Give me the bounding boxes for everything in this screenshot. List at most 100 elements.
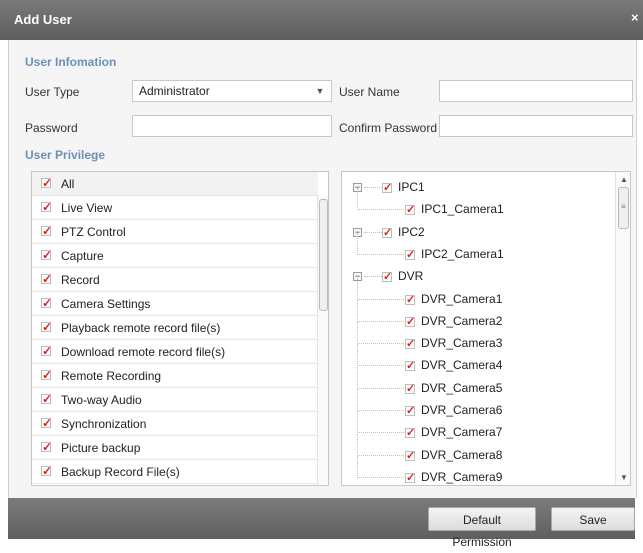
tree-connector	[357, 232, 404, 255]
tree-node-label: DVR_Camera9	[421, 469, 503, 484]
password-label: Password	[25, 121, 78, 135]
privilege-row[interactable]: ✓ Capture	[32, 244, 318, 268]
checkbox-checked-icon[interactable]: ✓	[405, 406, 415, 417]
tree-connector	[357, 188, 404, 211]
privilege-label: All	[61, 177, 75, 191]
checkbox-checked-icon[interactable]: ✓	[405, 428, 415, 439]
tree-node-label: DVR_Camera5	[421, 380, 503, 395]
tree-node-label: DVR_Camera1	[421, 291, 503, 306]
tree-node-label: DVR_Camera7	[421, 425, 503, 440]
user-type-select[interactable]: Administrator ▼	[132, 80, 332, 102]
privilege-label: Picture backup	[61, 441, 141, 455]
privilege-label: Record	[61, 273, 100, 287]
checkbox-checked-icon[interactable]: ✓	[405, 316, 415, 327]
dialog-footer: Default Permission Save	[8, 498, 635, 549]
privilege-row[interactable]: ✓ Playback remote record file(s)	[32, 316, 318, 340]
checkbox-checked-icon[interactable]: ✓	[41, 201, 52, 213]
tree-scroll-thumb[interactable]: ≡	[618, 187, 629, 229]
confirm-password-input[interactable]	[439, 115, 633, 137]
tree-camera-node[interactable]: ✓ IPC2_Camera1	[342, 232, 612, 265]
checkbox-checked-icon[interactable]: ✓	[41, 465, 52, 477]
tree-node-label: DVR_Camera2	[421, 313, 503, 328]
checkbox-checked-icon[interactable]: ✓	[405, 249, 415, 260]
checkbox-checked-icon[interactable]: ✓	[405, 383, 415, 394]
privilege-label: PTZ Control	[61, 225, 126, 239]
privilege-row[interactable]: ✓ Backup Record File(s)	[32, 460, 318, 484]
privilege-scrollbar[interactable]	[317, 196, 328, 485]
tree-node-label: DVR_Camera8	[421, 447, 503, 462]
dialog-title: Add User	[14, 12, 72, 27]
tree-node-label: DVR_Camera6	[421, 403, 503, 417]
privilege-row[interactable]: ✓ Download remote record file(s)	[32, 340, 318, 364]
checkbox-checked-icon[interactable]: ✓	[41, 273, 52, 285]
scroll-up-icon[interactable]: ▲	[620, 175, 628, 184]
tree-node-label: DVR_Camera3	[421, 336, 503, 351]
dialog-titlebar: Add User ×	[0, 0, 643, 40]
scroll-down-icon[interactable]: ▼	[620, 473, 628, 482]
checkbox-checked-icon[interactable]: ✓	[41, 369, 52, 381]
checkbox-checked-icon[interactable]: ✓	[405, 294, 415, 305]
tree-connector	[357, 366, 404, 389]
tree-connector	[357, 322, 404, 345]
save-button[interactable]: Save	[551, 507, 635, 531]
checkbox-checked-icon[interactable]: ✓	[41, 321, 52, 333]
privilege-all-row[interactable]: ✓ All	[32, 172, 318, 196]
checkbox-checked-icon[interactable]: ✓	[41, 441, 52, 453]
tree-camera-node[interactable]: ✓ DVR_Camera9	[342, 455, 612, 485]
close-icon[interactable]: ×	[631, 10, 639, 25]
tree-scrollbar[interactable]: ▲ ≡ ▼	[615, 172, 630, 485]
privilege-label: Two-way Audio	[61, 393, 142, 407]
privilege-row[interactable]: ✓ Picture backup	[32, 436, 318, 460]
privilege-row[interactable]: ✓ Remote Recording	[32, 364, 318, 388]
checkbox-checked-icon[interactable]: ✓	[41, 417, 52, 429]
tree-connector	[357, 433, 404, 456]
privilege-row[interactable]: ✓ Synchronization	[32, 412, 318, 436]
default-permission-button[interactable]: Default Permission	[428, 507, 536, 549]
tree-node-label: IPC1_Camera1	[421, 202, 504, 217]
privilege-row[interactable]: ✓ Two-way Audio	[32, 388, 318, 412]
privilege-scroll-thumb[interactable]	[319, 199, 328, 311]
user-type-label: User Type	[25, 85, 80, 99]
privilege-row[interactable]: ✓ Camera Settings	[32, 292, 318, 316]
tree-connector	[357, 411, 404, 434]
tree-connector	[357, 344, 404, 367]
user-name-label: User Name	[339, 85, 400, 99]
tree-connector	[357, 277, 404, 300]
checkbox-checked-icon[interactable]: ✓	[41, 225, 52, 237]
checkbox-checked-icon[interactable]: ✓	[41, 297, 52, 309]
checkbox-checked-icon[interactable]: ✓	[405, 472, 415, 483]
privilege-label: Download remote record file(s)	[61, 345, 226, 359]
password-input[interactable]	[132, 115, 332, 137]
checkbox-checked-icon[interactable]: ✓	[405, 361, 415, 372]
user-privilege-heading: User Privilege	[25, 148, 106, 162]
tree-node-label: DVR_Camera4	[421, 358, 503, 373]
tree-connector	[357, 299, 404, 322]
checkbox-checked-icon[interactable]: ✓	[41, 393, 52, 405]
confirm-password-label: Confirm Password	[339, 121, 438, 135]
user-name-input[interactable]	[439, 80, 633, 102]
checkbox-checked-icon[interactable]: ✓	[41, 345, 52, 357]
chevron-down-icon[interactable]: ▼	[309, 81, 331, 101]
user-type-value: Administrator	[139, 84, 210, 98]
checkbox-checked-icon[interactable]: ✓	[41, 249, 52, 261]
tree-node-label: IPC2_Camera1	[421, 246, 504, 261]
checkbox-checked-icon[interactable]: ✓	[405, 450, 415, 461]
privilege-list: ✓ All ✓ Live View ✓ PTZ Control ✓ Capture ✓ Recor…	[31, 171, 329, 486]
privilege-label: Remote Recording	[61, 369, 162, 383]
privilege-row[interactable]: ✓ Live View	[32, 196, 318, 220]
tree-connector	[357, 455, 404, 478]
device-tree: − ✓ IPC1 ✓ IPC1_Camera1− ✓ IPC2 ✓ IPC2_Camera1− ✓…	[341, 171, 631, 486]
privilege-label: Synchronization	[61, 417, 147, 431]
checkbox-checked-icon[interactable]: ✓	[41, 177, 52, 189]
checkbox-checked-icon[interactable]: ✓	[405, 205, 415, 216]
dialog-body: User Infomation User Type Administrator …	[8, 40, 637, 498]
privilege-row[interactable]: ✓ PTZ Control	[32, 220, 318, 244]
privilege-row[interactable]: ✓ Record	[32, 268, 318, 292]
privilege-label: Playback remote record file(s)	[61, 321, 221, 335]
privilege-label: Live View	[61, 201, 113, 215]
user-information-heading: User Infomation	[25, 55, 117, 69]
tree-camera-node[interactable]: ✓ IPC1_Camera1	[342, 188, 612, 220]
privilege-label: Camera Settings	[61, 297, 151, 311]
privilege-label: Backup Record File(s)	[61, 465, 180, 479]
checkbox-checked-icon[interactable]: ✓	[405, 339, 415, 350]
